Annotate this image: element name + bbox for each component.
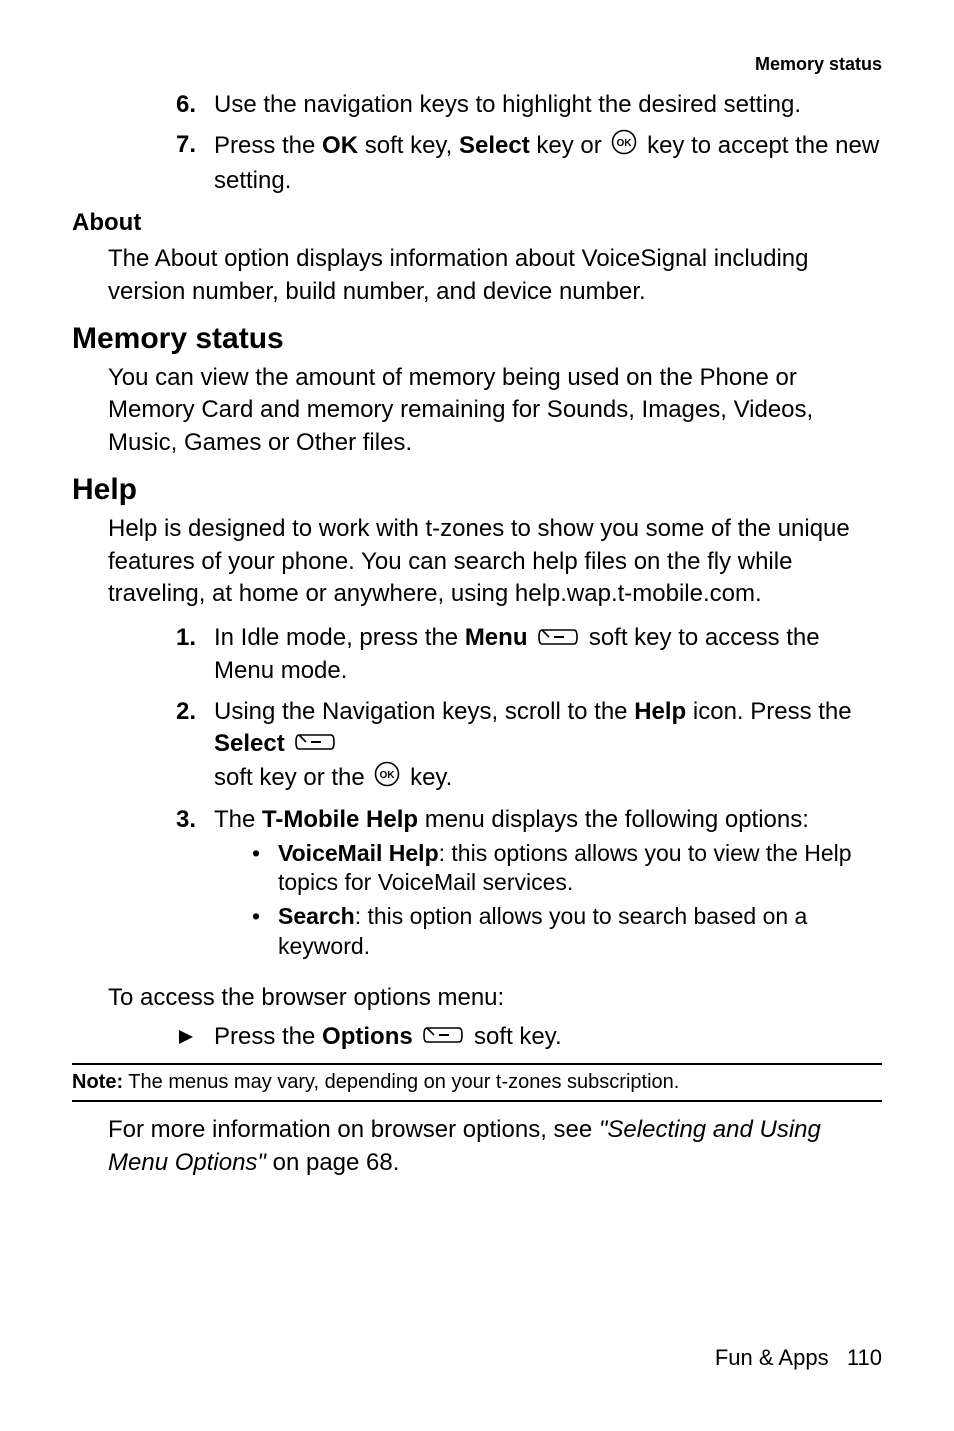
bold-text: Search: [278, 903, 355, 929]
action-text: Press the Options soft key.: [214, 1021, 562, 1054]
bold-text: VoiceMail Help: [278, 840, 439, 866]
step-number: 1.: [176, 622, 214, 687]
text: soft key.: [474, 1023, 562, 1050]
bold-text: Select: [459, 132, 530, 159]
continued-steps: 6. Use the navigation keys to highlight …: [176, 89, 882, 197]
divider: [72, 1100, 882, 1102]
list-item: • Search: this option allows you to sear…: [252, 902, 882, 962]
memory-status-body: You can view the amount of memory being …: [108, 362, 882, 459]
list-item: 7. Press the OK soft key, Select key or …: [176, 129, 882, 197]
step-number: 2.: [176, 696, 214, 797]
bold-text: OK: [322, 132, 358, 159]
softkey-icon: [422, 1021, 464, 1053]
about-body: The About option displays information ab…: [108, 243, 882, 308]
closing-paragraph: For more information on browser options,…: [108, 1114, 882, 1179]
list-item: 1. In Idle mode, press the Menu soft key…: [176, 622, 882, 687]
step-number: 7.: [176, 129, 214, 197]
step-text: The T-Mobile Help menu displays the foll…: [214, 804, 882, 970]
list-item: Press the Options soft key.: [176, 1021, 882, 1054]
list-item: 3. The T-Mobile Help menu displays the f…: [176, 804, 882, 970]
access-line: To access the browser options menu:: [108, 982, 882, 1014]
step-text: Press the OK soft key, Select key or OK …: [214, 129, 882, 197]
text: on page 68.: [266, 1149, 399, 1176]
page: Memory status 6. Use the navigation keys…: [0, 0, 954, 1431]
step-text: Use the navigation keys to highlight the…: [214, 89, 882, 121]
bold-text: Help: [634, 698, 686, 725]
svg-text:OK: OK: [380, 770, 396, 781]
triangle-bullet-icon: [176, 1021, 214, 1053]
softkey-icon: [294, 728, 336, 760]
bullet-text: Search: this option allows you to search…: [278, 902, 882, 962]
list-item: 6. Use the navigation keys to highlight …: [176, 89, 882, 121]
text: key or: [530, 132, 609, 159]
footer-page-number: 110: [847, 1345, 882, 1370]
sub-bullets: • VoiceMail Help: this options allows yo…: [252, 839, 882, 963]
text: The: [214, 806, 262, 833]
footer-section: Fun & Apps: [715, 1345, 829, 1370]
text: key.: [410, 764, 452, 791]
note-block: Note: The menus may vary, depending on y…: [72, 1071, 882, 1094]
ok-key-icon: OK: [374, 761, 400, 796]
text: Press the: [214, 132, 322, 159]
text: : this option allows you to search based…: [278, 903, 807, 959]
softkey-icon: [537, 623, 579, 655]
text: In Idle mode, press the: [214, 624, 465, 651]
step-number: 6.: [176, 89, 214, 121]
ok-key-icon: OK: [611, 129, 637, 164]
bold-text: Options: [322, 1023, 413, 1050]
bold-text: Menu: [465, 624, 528, 651]
step-number: 3.: [176, 804, 214, 970]
help-intro: Help is designed to work with t-zones to…: [108, 513, 882, 610]
step-text: In Idle mode, press the Menu soft key to…: [214, 622, 882, 687]
bullet-text: VoiceMail Help: this options allows you …: [278, 839, 882, 899]
text: icon. Press the: [686, 698, 851, 725]
text: For more information on browser options,…: [108, 1116, 599, 1143]
text: soft key or the: [214, 764, 371, 791]
running-header: Memory status: [72, 54, 882, 75]
text: Using the Navigation keys, scroll to the: [214, 698, 634, 725]
bullet-icon: •: [252, 902, 278, 962]
bold-text: Select: [214, 730, 285, 757]
text: soft key,: [358, 132, 459, 159]
help-steps: 1. In Idle mode, press the Menu soft key…: [176, 622, 882, 970]
bullet-icon: •: [252, 839, 278, 899]
list-item: 2. Using the Navigation keys, scroll to …: [176, 696, 882, 797]
step-text: Using the Navigation keys, scroll to the…: [214, 696, 882, 797]
page-footer: Fun & Apps 110: [715, 1345, 882, 1371]
list-item: • VoiceMail Help: this options allows yo…: [252, 839, 882, 899]
about-heading: About: [72, 209, 882, 237]
divider: [72, 1063, 882, 1065]
svg-text:OK: OK: [617, 138, 633, 149]
text: Press the: [214, 1023, 322, 1050]
note-label: Note:: [72, 1071, 123, 1093]
action-list: Press the Options soft key.: [176, 1021, 882, 1054]
text: menu displays the following options:: [418, 806, 809, 833]
bold-text: T-Mobile Help: [262, 806, 418, 833]
memory-status-heading: Memory status: [72, 322, 882, 356]
note-text: The menus may vary, depending on your t-…: [123, 1071, 679, 1093]
help-heading: Help: [72, 473, 882, 507]
